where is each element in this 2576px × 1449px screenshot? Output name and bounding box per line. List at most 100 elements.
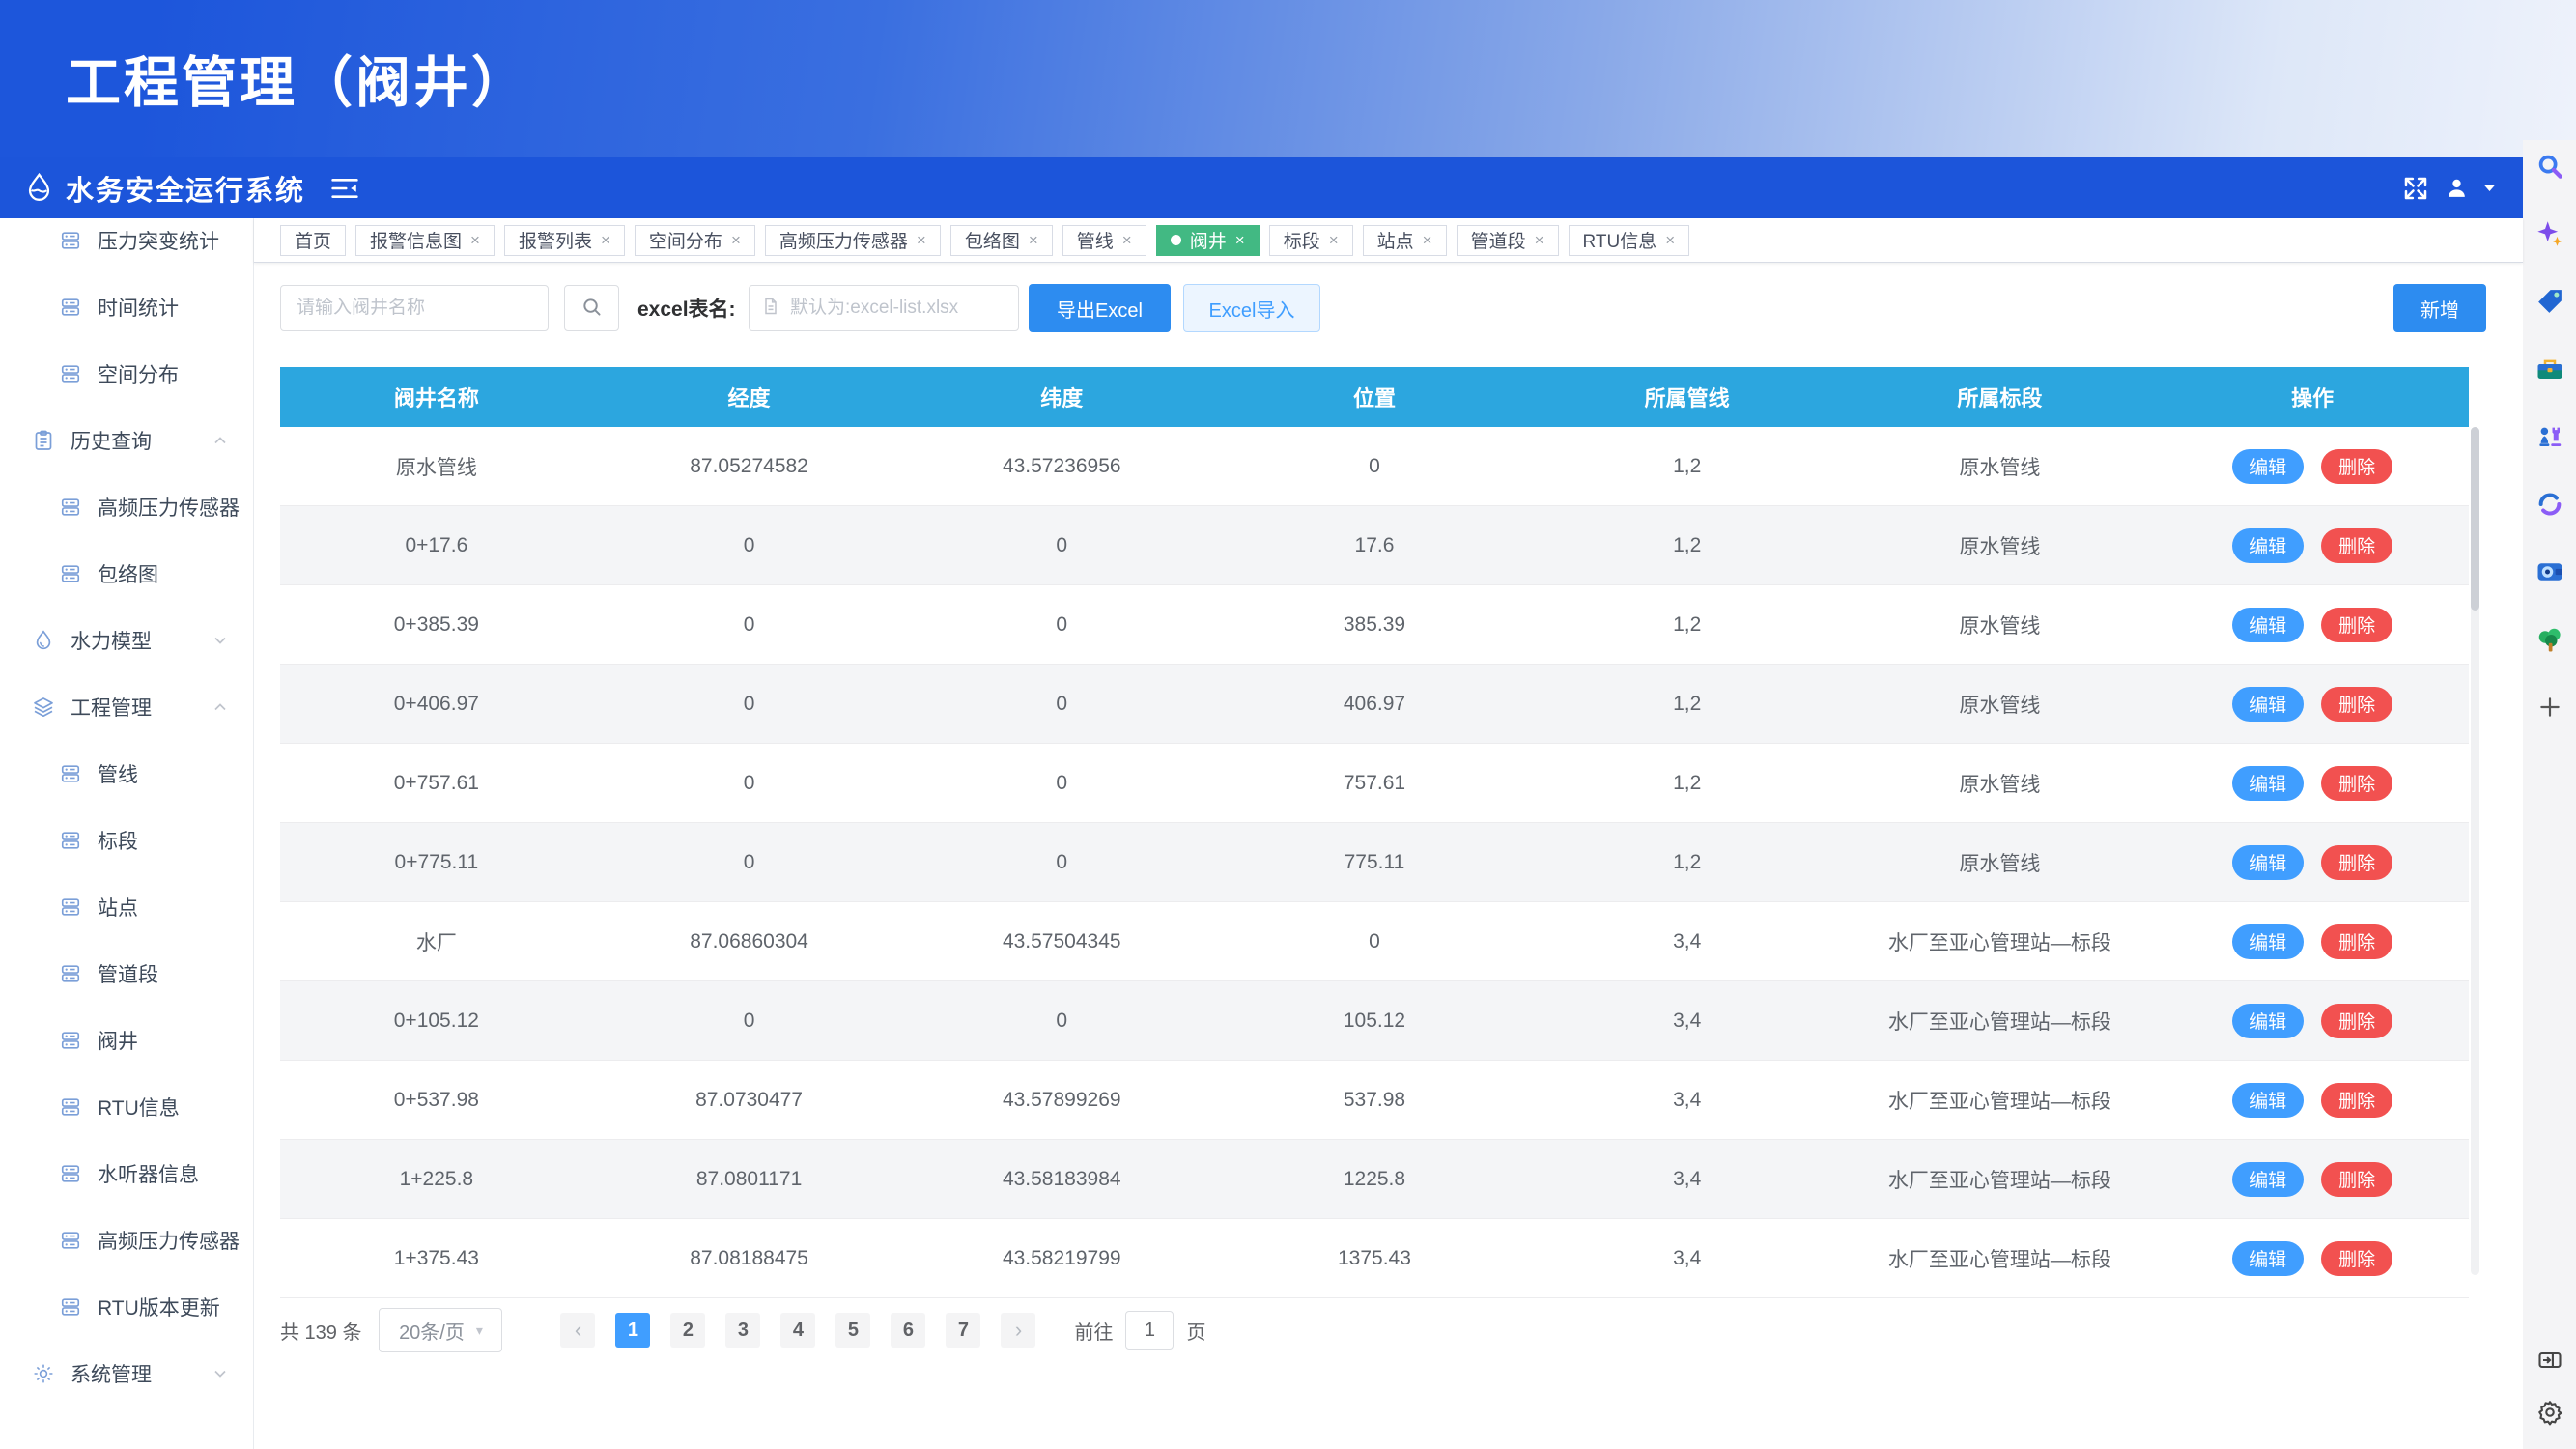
sidebar-item[interactable]: 高频压力传感器 bbox=[0, 473, 253, 540]
tab-item[interactable]: 管线× bbox=[1062, 225, 1146, 256]
page-button[interactable]: 5 bbox=[835, 1313, 870, 1348]
ext-tag-icon[interactable] bbox=[2535, 287, 2564, 316]
edit-button[interactable]: 编辑 bbox=[2232, 449, 2304, 484]
tab-item[interactable]: 报警信息图× bbox=[355, 225, 495, 256]
tab-item[interactable]: 管道段× bbox=[1457, 225, 1559, 256]
tab-item[interactable]: 空间分布× bbox=[635, 225, 755, 256]
sidebar-item[interactable]: 管道段 bbox=[0, 940, 253, 1007]
ext-toolbox-icon[interactable] bbox=[2535, 355, 2564, 384]
tab-close-icon[interactable]: × bbox=[1665, 231, 1675, 250]
excel-name-input[interactable] bbox=[788, 297, 1006, 320]
sidebar-item[interactable]: 高频压力传感器 bbox=[0, 1207, 253, 1273]
browser-extension-strip bbox=[2523, 140, 2576, 1449]
edit-button[interactable]: 编辑 bbox=[2232, 687, 2304, 722]
ext-wallet-icon[interactable] bbox=[2535, 557, 2564, 586]
edit-button[interactable]: 编辑 bbox=[2232, 528, 2304, 563]
sidebar-item[interactable]: 空间分布 bbox=[0, 340, 253, 407]
fullscreen-icon[interactable] bbox=[2401, 174, 2430, 203]
page-button[interactable]: 2 bbox=[670, 1313, 705, 1348]
tab-item[interactable]: 包络图× bbox=[950, 225, 1053, 256]
sidebar-item[interactable]: 管线 bbox=[0, 740, 253, 807]
tab-close-icon[interactable]: × bbox=[1329, 231, 1339, 250]
tab-close-icon[interactable]: × bbox=[1235, 231, 1245, 250]
page-button[interactable]: 6 bbox=[891, 1313, 925, 1348]
tab-close-icon[interactable]: × bbox=[917, 231, 926, 250]
tab-close-icon[interactable]: × bbox=[1029, 231, 1038, 250]
edit-button[interactable]: 编辑 bbox=[2232, 1241, 2304, 1276]
ext-tree-icon[interactable] bbox=[2535, 625, 2564, 654]
export-excel-button[interactable]: 导出Excel bbox=[1029, 284, 1171, 332]
tab-item[interactable]: 标段× bbox=[1269, 225, 1353, 256]
page-button-active[interactable]: 1 bbox=[615, 1313, 650, 1348]
goto-page-input[interactable] bbox=[1125, 1311, 1174, 1350]
panel-collapse-icon[interactable] bbox=[2536, 1347, 2563, 1374]
delete-button[interactable]: 删除 bbox=[2321, 687, 2392, 722]
sidebar-item[interactable]: RTU版本更新 bbox=[0, 1273, 253, 1340]
ext-search-icon[interactable] bbox=[2535, 152, 2564, 181]
ext-plus-icon[interactable] bbox=[2535, 693, 2564, 722]
table-scrollbar[interactable] bbox=[2471, 427, 2479, 1275]
import-excel-button[interactable]: Excel导入 bbox=[1183, 284, 1320, 332]
delete-button[interactable]: 删除 bbox=[2321, 845, 2392, 880]
ext-loop-icon[interactable] bbox=[2535, 490, 2564, 519]
tab-item[interactable]: 首页 bbox=[280, 225, 346, 256]
page-size-select[interactable]: 20条/页 ▾ bbox=[379, 1308, 502, 1352]
sidebar-item[interactable]: 工程管理 bbox=[0, 673, 253, 740]
tab-close-icon[interactable]: × bbox=[601, 231, 610, 250]
tab-close-icon[interactable]: × bbox=[470, 231, 480, 250]
edit-button[interactable]: 编辑 bbox=[2232, 924, 2304, 959]
edit-button[interactable]: 编辑 bbox=[2232, 1004, 2304, 1038]
sidebar-item[interactable]: 时间统计 bbox=[0, 273, 253, 340]
page-button[interactable]: 4 bbox=[780, 1313, 815, 1348]
prev-page-button[interactable]: ‹ bbox=[560, 1313, 595, 1348]
sidebar-item[interactable]: 水听器信息 bbox=[0, 1140, 253, 1207]
user-avatar-icon[interactable] bbox=[2445, 176, 2469, 200]
ext-chess-icon[interactable] bbox=[2535, 422, 2564, 451]
tab-item[interactable]: RTU信息× bbox=[1569, 225, 1690, 256]
edit-button[interactable]: 编辑 bbox=[2232, 1162, 2304, 1197]
sidebar-item[interactable]: 系统管理 bbox=[0, 1340, 253, 1406]
tab-close-icon[interactable]: × bbox=[1423, 231, 1432, 250]
edit-button[interactable]: 编辑 bbox=[2232, 1083, 2304, 1118]
tab-item[interactable]: 高频压力传感器× bbox=[765, 225, 941, 256]
add-new-button[interactable]: 新增 bbox=[2393, 284, 2486, 332]
page-button[interactable]: 3 bbox=[725, 1313, 760, 1348]
delete-button[interactable]: 删除 bbox=[2321, 1241, 2392, 1276]
delete-button[interactable]: 删除 bbox=[2321, 449, 2392, 484]
next-page-button[interactable]: › bbox=[1001, 1313, 1035, 1348]
valve-name-search-input[interactable] bbox=[280, 285, 549, 331]
search-button[interactable] bbox=[564, 285, 619, 331]
table-cell: 0 bbox=[593, 506, 906, 585]
collapse-menu-icon[interactable] bbox=[330, 176, 359, 201]
tab-item[interactable]: 报警列表× bbox=[504, 225, 625, 256]
delete-button[interactable]: 删除 bbox=[2321, 766, 2392, 801]
delete-button[interactable]: 删除 bbox=[2321, 528, 2392, 563]
ext-sparkle-icon[interactable] bbox=[2535, 219, 2564, 248]
tab-close-icon[interactable]: × bbox=[1122, 231, 1132, 250]
delete-button[interactable]: 删除 bbox=[2321, 1004, 2392, 1038]
delete-button[interactable]: 删除 bbox=[2321, 1083, 2392, 1118]
excel-name-field[interactable] bbox=[749, 285, 1019, 331]
edit-button[interactable]: 编辑 bbox=[2232, 766, 2304, 801]
sidebar-item[interactable]: 阀井 bbox=[0, 1007, 253, 1073]
tab-close-icon[interactable]: × bbox=[1535, 231, 1544, 250]
sidebar-item[interactable]: 包络图 bbox=[0, 540, 253, 607]
table-scrollbar-thumb[interactable] bbox=[2471, 427, 2479, 611]
delete-button[interactable]: 删除 bbox=[2321, 608, 2392, 642]
tab-close-icon[interactable]: × bbox=[731, 231, 741, 250]
edit-button[interactable]: 编辑 bbox=[2232, 845, 2304, 880]
strip-gear-icon[interactable] bbox=[2536, 1399, 2563, 1426]
tab-item[interactable]: 站点× bbox=[1363, 225, 1447, 256]
page-button[interactable]: 7 bbox=[946, 1313, 980, 1348]
tab-active[interactable]: 阀井× bbox=[1156, 225, 1260, 256]
delete-button[interactable]: 删除 bbox=[2321, 924, 2392, 959]
sidebar-item[interactable]: 站点 bbox=[0, 873, 253, 940]
sidebar-item[interactable]: 水力模型 bbox=[0, 607, 253, 673]
user-caret-down-icon[interactable] bbox=[2483, 182, 2496, 194]
sidebar-item[interactable]: 压力突变统计 bbox=[0, 218, 253, 273]
edit-button[interactable]: 编辑 bbox=[2232, 608, 2304, 642]
sidebar-item[interactable]: RTU信息 bbox=[0, 1073, 253, 1140]
sidebar-item[interactable]: 历史查询 bbox=[0, 407, 253, 473]
sidebar-item[interactable]: 标段 bbox=[0, 807, 253, 873]
delete-button[interactable]: 删除 bbox=[2321, 1162, 2392, 1197]
